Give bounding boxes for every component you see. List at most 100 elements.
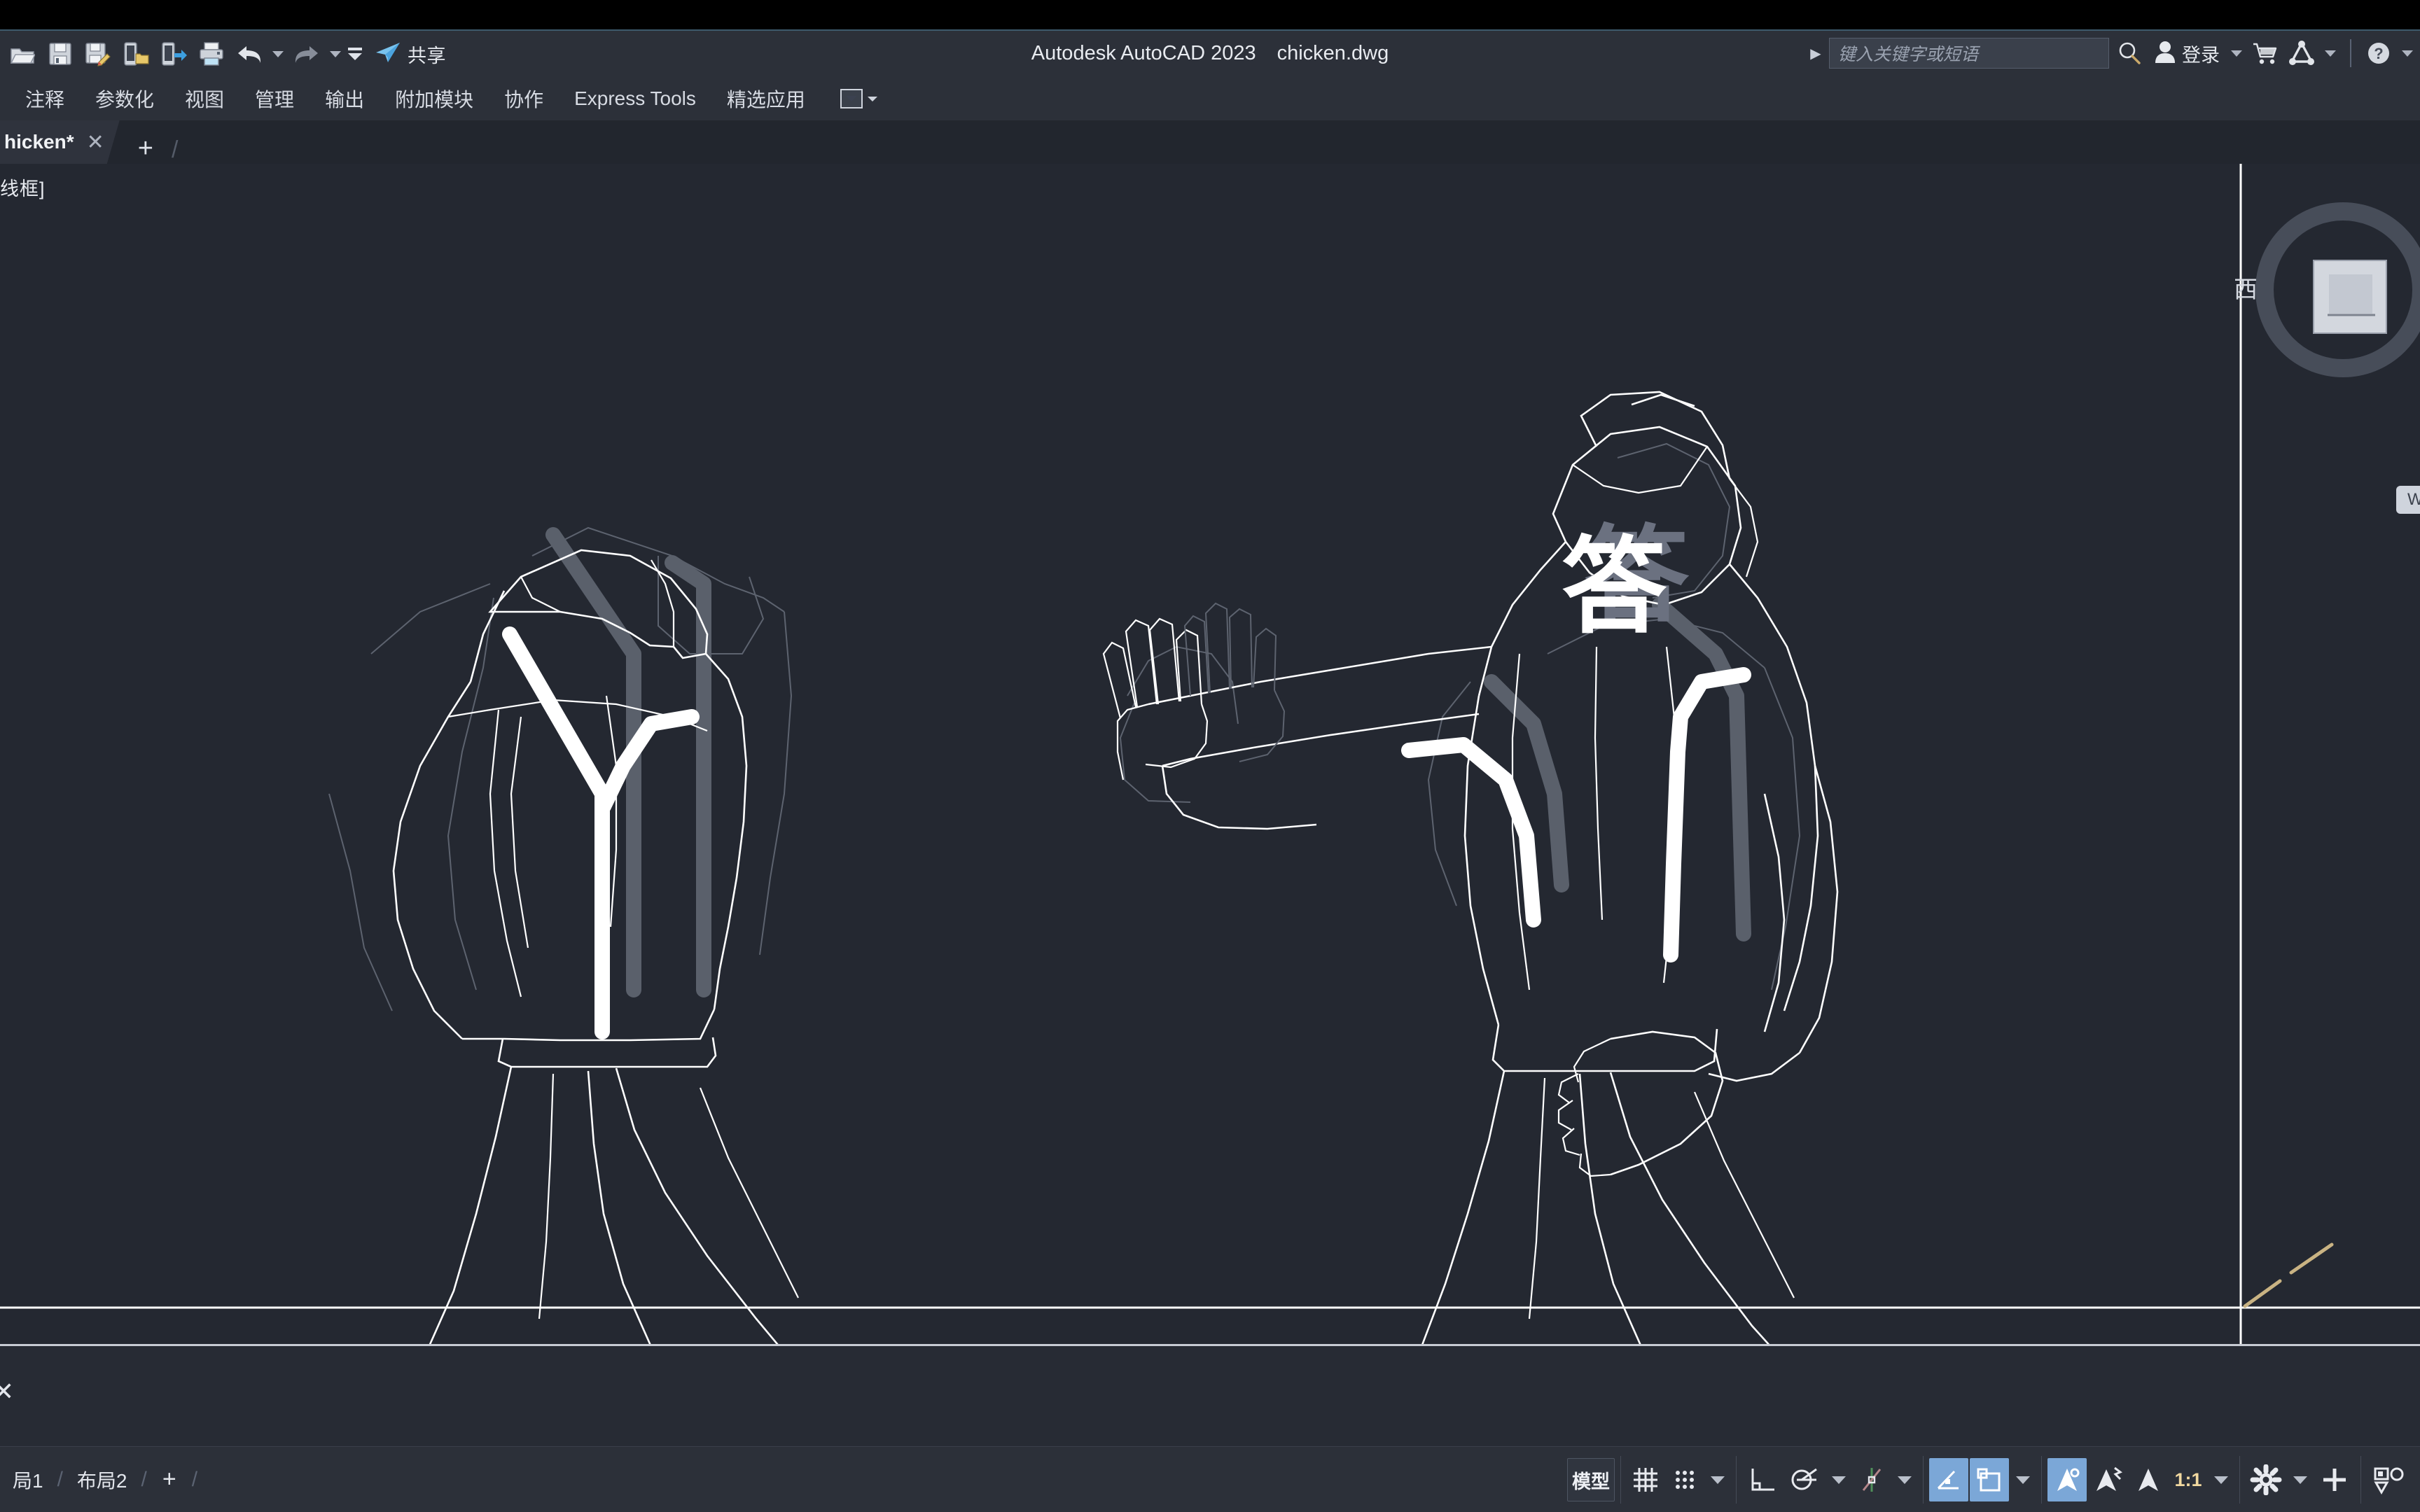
ortho-mode-icon[interactable]	[1742, 1458, 1783, 1502]
ribbon-tab-parametric[interactable]: 参数化	[80, 77, 169, 120]
close-icon[interactable]: ✕	[87, 130, 104, 155]
scale-value[interactable]: 1:1	[2169, 1458, 2207, 1502]
chevron-down-icon	[867, 96, 877, 102]
object-snap-tracking-icon[interactable]	[1853, 1458, 1891, 1502]
snap-dropdown-icon[interactable]	[1705, 1458, 1730, 1502]
command-line-close-icon[interactable]: ✕	[0, 1377, 14, 1406]
search-input[interactable]: 键入关键字或短语	[1829, 38, 2109, 69]
ucs-wcs-dropdown[interactable]: WCS	[2396, 486, 2420, 514]
share-button[interactable]: 共享	[366, 34, 454, 74]
model-space-toggle[interactable]: 模型	[1567, 1458, 1615, 1502]
status-bar-tools: 模型 1:1	[1562, 1447, 2416, 1512]
sign-in-button[interactable]: 登录	[2150, 40, 2224, 67]
autoscale-icon[interactable]	[2047, 1458, 2087, 1502]
autodesk-logo-icon[interactable]	[2286, 34, 2318, 73]
ribbon-tab-label: 输出	[325, 89, 365, 111]
share-label: 共享	[408, 45, 446, 66]
ribbon-tab-featured-apps[interactable]: 精选应用	[711, 77, 821, 120]
annotation-character: 答	[1562, 526, 1667, 648]
qat-more-icon[interactable]	[346, 34, 364, 74]
search-area: ▶ 键入关键字或短语	[1809, 38, 2109, 69]
annotation-visibility-icon[interactable]	[1970, 1458, 2009, 1502]
layout-separator: /	[141, 1467, 147, 1491]
ribbon-tab-annotate[interactable]: 注释	[10, 77, 80, 120]
object-snap-icon[interactable]	[1929, 1458, 1968, 1502]
save-icon[interactable]	[42, 34, 78, 74]
annotation-sync-icon[interactable]	[2088, 1458, 2127, 1502]
ribbon-tab-express-tools[interactable]: Express Tools	[559, 77, 711, 120]
ribbon-tab-label: 参数化	[95, 89, 155, 111]
shopping-cart-icon[interactable]	[2249, 34, 2281, 73]
snap-mode-icon[interactable]	[1666, 1458, 1704, 1502]
polar-dropdown-icon[interactable]	[1826, 1458, 1851, 1502]
sign-in-label: 登录	[2182, 44, 2220, 66]
angle-marker-dash-2	[2289, 1242, 2334, 1275]
layout-tab-2[interactable]: 布局2	[64, 1466, 140, 1494]
ribbon-tab-manage[interactable]: 管理	[239, 77, 310, 120]
drawing-canvas[interactable]: 线框] .w { fill:none; stroke:#ffffff; stro…	[0, 164, 2420, 1344]
ribbon-tab-label: 精选应用	[726, 89, 805, 111]
ribbon-tab-bar: 注释 参数化 视图 管理 输出 附加模块 协作 Express Tools 精选…	[0, 77, 2420, 120]
new-tab-button[interactable]: +	[120, 134, 172, 164]
polar-tracking-icon[interactable]	[1784, 1458, 1825, 1502]
customization-icon[interactable]	[2314, 1458, 2355, 1502]
autocad-window: 共享 Autodesk AutoCAD 2023 chicken.dwg ▶ 键…	[0, 0, 2420, 1512]
hardware-accel-icon[interactable]	[2367, 1458, 2410, 1502]
osnap-tracking-dropdown-icon[interactable]	[1892, 1458, 1917, 1502]
help-icon[interactable]: ?	[2363, 34, 2395, 73]
sign-in-dropdown-icon[interactable]	[2228, 49, 2245, 57]
cad-wireframe-drawing: .w { fill:none; stroke:#ffffff; stroke-w…	[0, 164, 2420, 1344]
search-placeholder: 键入关键字或短语	[1838, 45, 1979, 64]
ribbon-tab-label: 视图	[185, 89, 225, 111]
file-tab-chicken[interactable]: hicken* ✕	[0, 120, 120, 164]
layout-tab-bar: 局1 / 布局2 / + /	[0, 1447, 199, 1512]
file-tab-bar: hicken* ✕ + /	[0, 120, 2420, 164]
ribbon-tab-view[interactable]: 视图	[169, 77, 239, 120]
undo-button[interactable]	[231, 34, 267, 74]
qat-right-cluster: ▶ 键入关键字或短语 登录 ?	[1809, 29, 2416, 77]
scale-dropdown-icon[interactable]	[2209, 1458, 2234, 1502]
workspace-switching-icon[interactable]	[2246, 1458, 2286, 1502]
ribbon-tab-collaborate[interactable]: 协作	[489, 77, 559, 120]
autodesk-dropdown-icon[interactable]	[2322, 49, 2339, 57]
view-cube-west-label[interactable]: 西	[2234, 270, 2258, 304]
grid-snap-group	[1620, 1456, 1736, 1504]
ribbon-tab-label: 附加模块	[395, 89, 474, 111]
ribbon-tab-label: 协作	[504, 89, 544, 111]
ribbon-tab-output[interactable]: 输出	[310, 77, 380, 120]
search-expand-icon[interactable]: ▶	[1809, 45, 1822, 62]
grid-display-icon[interactable]	[1627, 1458, 1664, 1502]
angle-marker-dash-1	[2243, 1279, 2282, 1308]
search-icon[interactable]	[2113, 34, 2146, 73]
status-bar: 局1 / 布局2 / + / 模型 1:1	[0, 1446, 2420, 1512]
ribbon-overflow-button[interactable]	[840, 89, 878, 108]
file-tab-separator: /	[171, 136, 179, 163]
annotation-scale-icon[interactable]	[2129, 1458, 2168, 1502]
view-cube-ring-icon[interactable]	[2238, 185, 2420, 395]
ribbon-tab-label: Express Tools	[574, 88, 696, 109]
ortho-polar-group	[1736, 1456, 1923, 1504]
file-tab-label: hicken*	[4, 131, 74, 153]
open-icon[interactable]	[4, 34, 41, 74]
toolbar-divider	[2350, 39, 2351, 67]
ucs-dynucs-group	[1923, 1456, 2041, 1504]
layout-tab-1[interactable]: 局1	[0, 1466, 56, 1494]
command-line[interactable]: ✕	[0, 1344, 2420, 1456]
workspace-dropdown-icon[interactable]	[2288, 1458, 2313, 1502]
redo-button[interactable]	[288, 34, 325, 74]
ribbon-tab-addins[interactable]: 附加模块	[380, 77, 489, 120]
redo-dropdown-icon[interactable]	[326, 34, 345, 74]
open-from-web-icon[interactable]	[155, 34, 192, 74]
save-as-icon[interactable]	[80, 34, 116, 74]
view-cube[interactable]: 西 WCS	[2234, 185, 2420, 514]
save-to-web-icon[interactable]	[118, 34, 154, 74]
layout-separator: /	[57, 1467, 63, 1491]
share-icon	[374, 41, 402, 68]
ribbon-overflow-icon	[840, 89, 863, 108]
layout-separator: /	[191, 1467, 198, 1491]
add-layout-button[interactable]: +	[148, 1466, 190, 1493]
annotation-dropdown-icon[interactable]	[2010, 1458, 2036, 1502]
help-dropdown-icon[interactable]	[2399, 49, 2416, 57]
plot-icon[interactable]	[193, 34, 230, 74]
undo-dropdown-icon[interactable]	[269, 34, 287, 74]
